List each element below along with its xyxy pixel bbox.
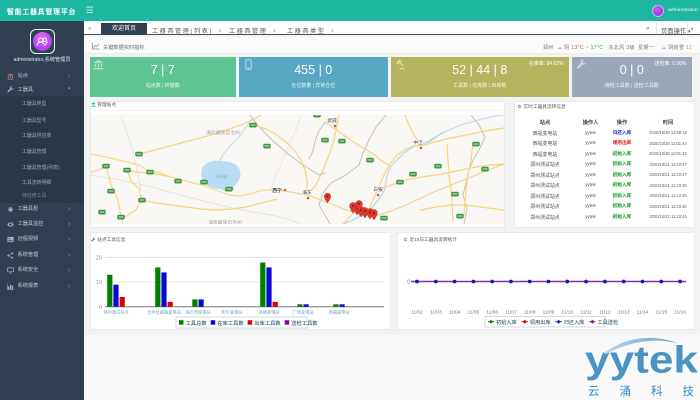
svg-text:白银: 白银 <box>373 186 383 193</box>
svg-text:和平变电站: 和平变电站 <box>222 308 243 315</box>
svg-text:11/15: 11/15 <box>655 310 667 316</box>
svg-text:11/02: 11/02 <box>411 310 423 316</box>
svg-text:11/05: 11/05 <box>468 310 480 316</box>
svg-text:11/12: 11/12 <box>599 310 611 316</box>
svg-text:工具送检: 工具送检 <box>597 318 618 326</box>
svg-text:海东: 海东 <box>302 189 312 196</box>
svg-text:0: 0 <box>99 305 102 311</box>
svg-text:在库工具数: 在库工具数 <box>217 319 244 327</box>
svg-text:出库工具数: 出库工具数 <box>254 319 281 327</box>
svg-text:海北藏族自治州: 海北藏族自治州 <box>206 129 240 136</box>
svg-text:武威: 武威 <box>327 117 337 124</box>
svg-text:10: 10 <box>96 280 102 286</box>
svg-text:yytek: yytek <box>585 340 699 382</box>
svg-text:11/06: 11/06 <box>486 310 498 316</box>
svg-text:工具总数: 工具总数 <box>186 319 208 327</box>
svg-text:兰州兰威路变电站: 兰州兰威路变电站 <box>147 308 181 315</box>
svg-text:云涌科技: 云涌科技 <box>588 384 700 398</box>
svg-text:青海湖: 青海湖 <box>215 173 227 179</box>
svg-text:广场变电站: 广场变电站 <box>293 308 314 315</box>
svg-text:11/11: 11/11 <box>580 310 592 316</box>
svg-text:中卫: 中卫 <box>413 139 423 146</box>
svg-text:11/16: 11/16 <box>674 310 686 316</box>
svg-text:11/04: 11/04 <box>449 310 461 316</box>
svg-text:初始入库: 初始入库 <box>496 318 517 326</box>
svg-text:0: 0 <box>407 280 410 286</box>
svg-text:11/07: 11/07 <box>505 310 517 316</box>
svg-text:11/13: 11/13 <box>618 310 630 316</box>
svg-text:西福变电站: 西福变电站 <box>329 308 350 315</box>
svg-text:巩姚变电站: 巩姚变电站 <box>259 308 280 315</box>
svg-text:领用出库: 领用出库 <box>530 318 551 326</box>
svg-text:西宁: 西宁 <box>272 187 282 194</box>
svg-text:11/09: 11/09 <box>543 310 555 316</box>
svg-text:11/08: 11/08 <box>524 310 536 316</box>
svg-text:郑州测试站点: 郑州测试站点 <box>103 308 128 315</box>
svg-text:送检工具数: 送检工具数 <box>291 319 318 327</box>
svg-text:归还入库: 归还入库 <box>564 318 585 326</box>
svg-text:20: 20 <box>96 255 102 261</box>
svg-text:海石湾变电站: 海石湾变电站 <box>185 308 210 315</box>
svg-text:11/14: 11/14 <box>637 310 649 316</box>
svg-text:11/03: 11/03 <box>430 310 442 316</box>
svg-text:11/10: 11/10 <box>561 310 573 316</box>
